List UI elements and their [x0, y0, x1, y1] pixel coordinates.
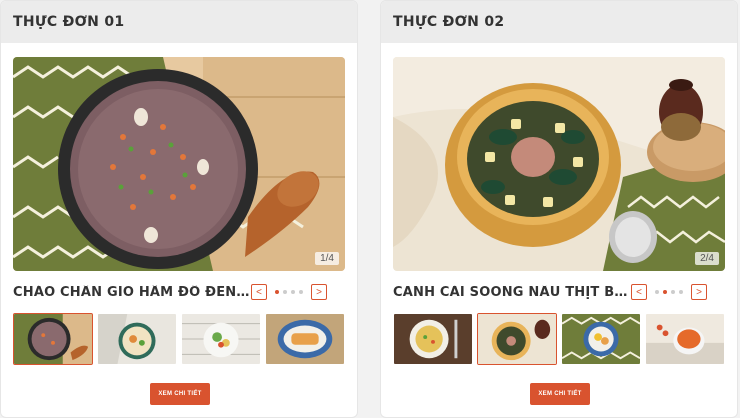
thumbnail[interactable] [13, 313, 93, 365]
card-header: THỰC ĐƠN 01 [1, 1, 357, 43]
thumbnail[interactable] [97, 313, 177, 365]
thumbnail[interactable] [181, 313, 261, 365]
main-dish-image[interactable]: 1/4 [13, 57, 345, 271]
dish-name[interactable]: CHÁO CHÂN GIÒ HẦM ĐỖ ĐEN (... [13, 285, 251, 300]
slide-dots [655, 290, 683, 294]
main-dish-image[interactable]: 2/4 [393, 57, 725, 271]
thumbnail[interactable] [265, 313, 345, 365]
slide-dot[interactable] [679, 290, 683, 294]
menu-card-01: THỰC ĐƠN 01 1/4 CHÁO CHÂN GIÒ HẦM ĐỖ ĐEN… [0, 0, 358, 418]
thumbnail[interactable] [645, 313, 725, 365]
next-button[interactable]: > [691, 284, 707, 300]
thumbnail[interactable] [561, 313, 641, 365]
slide-dot[interactable] [291, 290, 295, 294]
dish-row: CANH CẢI SOONG NẤU THỊT BÒ ... < > [393, 282, 725, 302]
prev-button[interactable]: < [251, 284, 267, 300]
slide-dot[interactable] [671, 290, 675, 294]
thumbnail[interactable] [477, 313, 557, 365]
thumbnail[interactable] [393, 313, 473, 365]
next-button[interactable]: > [311, 284, 327, 300]
slide-dot[interactable] [663, 290, 667, 294]
thumbnail-strip [393, 313, 725, 365]
image-counter: 1/4 [315, 252, 339, 265]
slide-dot[interactable] [655, 290, 659, 294]
card-title: THỰC ĐƠN 02 [393, 14, 505, 30]
view-detail-button[interactable]: XEM CHI TIẾT [150, 383, 210, 405]
thumbnail-strip [13, 313, 345, 365]
image-counter: 2/4 [695, 252, 719, 265]
slide-dots [275, 290, 303, 294]
dish-row: CHÁO CHÂN GIÒ HẦM ĐỖ ĐEN (... < > [13, 282, 345, 302]
slide-dot[interactable] [299, 290, 303, 294]
slide-dot[interactable] [283, 290, 287, 294]
card-title: THỰC ĐƠN 01 [13, 14, 125, 30]
prev-button[interactable]: < [631, 284, 647, 300]
view-detail-button[interactable]: XEM CHI TIẾT [530, 383, 590, 405]
card-header: THỰC ĐƠN 02 [381, 1, 737, 43]
dish-name[interactable]: CANH CẢI SOONG NẤU THỊT BÒ ... [393, 285, 631, 300]
slide-dot[interactable] [275, 290, 279, 294]
menu-card-02: THỰC ĐƠN 02 2/4 CANH CẢI SOONG NẤU THỊT … [380, 0, 738, 418]
